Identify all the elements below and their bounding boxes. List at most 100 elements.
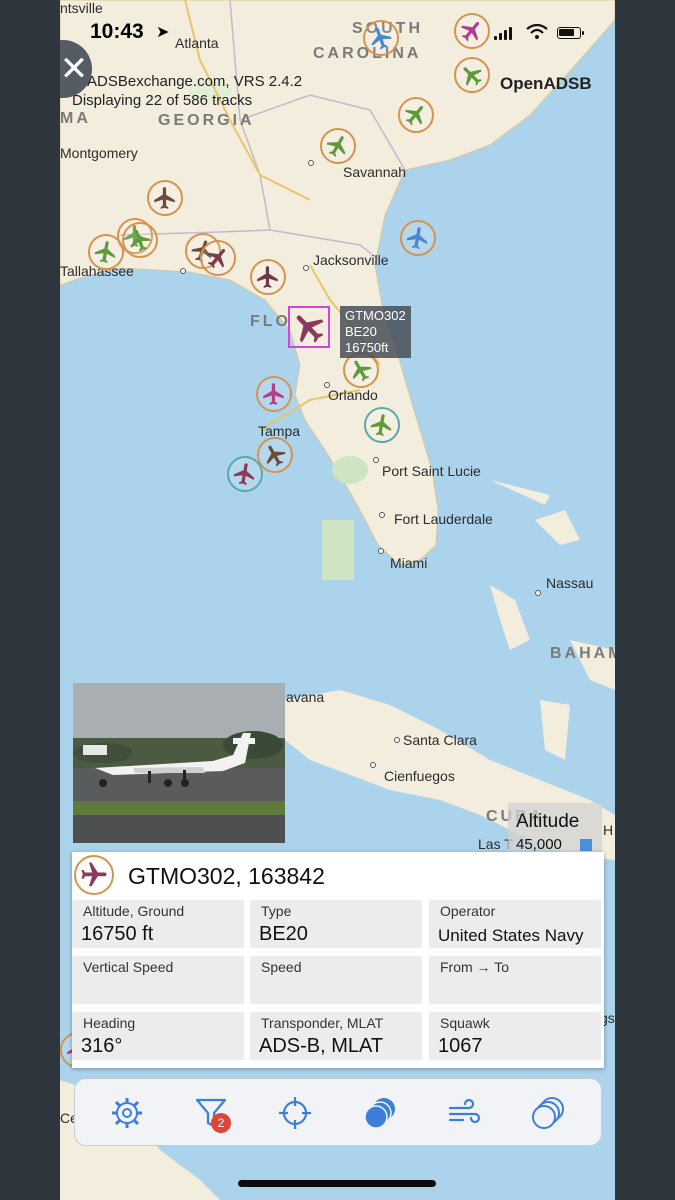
- info-cell-label: Transponder, MLAT: [261, 1015, 384, 1031]
- info-cell-label: Operator: [440, 903, 496, 919]
- info-cell: Altitude, Ground 16750 ft: [72, 900, 244, 948]
- airplane-icon: [406, 227, 428, 250]
- aircraft-title: GTMO302, 163842: [128, 863, 325, 889]
- map-label: avana: [286, 689, 325, 705]
- map-label: Santa Clara: [403, 732, 477, 748]
- info-cell-label: From → To: [440, 959, 509, 975]
- aircraft-marker[interactable]: [147, 180, 183, 216]
- airplane-icon: [233, 463, 255, 486]
- altitude-legend-value: 45,000: [516, 836, 562, 853]
- city-dot: [324, 382, 330, 388]
- map-label: ntsville: [60, 0, 103, 16]
- airplane-icon: [94, 241, 116, 264]
- callout-callsign: GTMO302: [345, 308, 406, 323]
- map-label: MA: [60, 110, 91, 127]
- map-label: BAHAMA: [550, 645, 615, 662]
- map-label: Miami: [390, 555, 428, 571]
- aircraft-marker[interactable]: [364, 407, 400, 443]
- circles-icon: [532, 1097, 564, 1129]
- aircraft-photo[interactable]: [73, 683, 285, 843]
- aircraft-marker[interactable]: [320, 128, 356, 164]
- aircraft-photo-image: [73, 683, 285, 843]
- aircraft-marker[interactable]: [250, 259, 286, 295]
- filter-count-badge: 2: [211, 1113, 231, 1133]
- wifi-icon: [526, 23, 548, 45]
- altitude-legend-title: Altitude: [516, 811, 580, 832]
- attribution-line-2: Displaying 22 of 586 tracks: [72, 92, 253, 109]
- attribution: ADSBexchange.com, VRS 2.4.2 Displaying 2…: [72, 72, 302, 110]
- callout-altitude: 16750ft: [345, 340, 389, 355]
- aircraft-marker[interactable]: [398, 97, 434, 133]
- info-cell-label: Altitude, Ground: [83, 903, 185, 919]
- info-cell-label: Heading: [83, 1015, 136, 1031]
- map-label: Cienfuegos: [384, 768, 455, 784]
- crosshair-icon: [279, 1097, 311, 1129]
- airplane-icon: [460, 21, 480, 42]
- altitude-legend: Altitude 45,000: [508, 803, 602, 855]
- app-screen: 10:43 ➤ Atlanta SOUTH CAROLINA GEORGIA MA Mon…: [60, 0, 615, 1200]
- info-cell-value: 316°: [81, 1035, 123, 1057]
- map-label: Atlanta: [175, 35, 219, 51]
- info-cell: Vertical Speed: [72, 956, 244, 1004]
- city-dot: [378, 548, 384, 554]
- map-label: Montgomery: [60, 145, 138, 161]
- settings-button[interactable]: [109, 1095, 145, 1131]
- aircraft-marker[interactable]: [454, 57, 490, 93]
- bottom-toolbar: 2: [74, 1078, 602, 1146]
- airplane-icon: [206, 248, 226, 269]
- airplane-icon: [404, 105, 424, 126]
- info-cell-value: BE20: [259, 923, 308, 945]
- city-dot: [370, 762, 376, 768]
- airplane-icon: [463, 67, 482, 86]
- aircraft-marker[interactable]: [122, 222, 158, 258]
- aircraft-marker[interactable]: [363, 20, 399, 56]
- attribution-line-1: ADSBexchange.com, VRS 2.4.2: [87, 73, 303, 90]
- cellular-signal-icon: [494, 27, 512, 40]
- info-cell: Transponder, MLAT ADS-B, MLAT: [250, 1012, 422, 1060]
- map-label: FLO: [250, 313, 291, 330]
- locate-button[interactable]: [277, 1095, 313, 1131]
- info-cell: Heading 316°: [72, 1012, 244, 1060]
- info-cell: Operator United States Navy: [429, 900, 601, 948]
- info-cell-value: 16750 ft: [81, 923, 154, 945]
- airplane-icon: [257, 266, 278, 288]
- status-time: 10:43: [90, 20, 144, 43]
- city-dot: [373, 457, 379, 463]
- city-dot: [303, 265, 309, 271]
- close-icon: ✕: [60, 50, 89, 88]
- aircraft-marker[interactable]: [200, 240, 236, 276]
- wind-icon: [448, 1098, 481, 1124]
- aircraft-marker[interactable]: [227, 456, 263, 492]
- aircraft-marker[interactable]: [454, 13, 490, 49]
- airplane-icon: [352, 360, 372, 382]
- rings-button[interactable]: [530, 1095, 566, 1131]
- gear-icon: [112, 1098, 142, 1128]
- weather-button[interactable]: [446, 1095, 482, 1131]
- info-cell-label: Squawk: [440, 1015, 490, 1031]
- aircraft-marker[interactable]: [400, 220, 436, 256]
- layers-button[interactable]: [362, 1095, 398, 1131]
- info-cell: Type BE20: [250, 900, 422, 948]
- airplane-icon: [154, 187, 175, 209]
- aircraft-marker[interactable]: [257, 437, 293, 473]
- city-dot: [535, 590, 541, 596]
- info-cell-label: Vertical Speed: [83, 959, 174, 975]
- airplane-icon: [326, 136, 346, 158]
- filter-button[interactable]: 2: [193, 1095, 231, 1133]
- selected-aircraft[interactable]: [288, 306, 330, 348]
- city-dot: [379, 512, 385, 518]
- map-label: GEORGIA: [158, 112, 255, 129]
- aircraft-callout[interactable]: GTMO302 BE20 16750ft: [340, 306, 411, 358]
- airplane-icon: [130, 229, 151, 252]
- altitude-color-swatch: [580, 839, 592, 851]
- map-label: Port Saint Lucie: [382, 463, 481, 479]
- info-cell-value: United States Navy: [438, 926, 584, 945]
- home-indicator[interactable]: [238, 1180, 436, 1187]
- aircraft-marker[interactable]: [256, 376, 292, 412]
- map-label: Nassau: [546, 575, 594, 591]
- info-cell: Speed: [250, 956, 422, 1004]
- airplane-icon: [263, 383, 284, 405]
- layers-icon: [364, 1098, 395, 1129]
- aircraft-icon: [74, 855, 114, 895]
- map-label: Jacksonville: [313, 252, 389, 268]
